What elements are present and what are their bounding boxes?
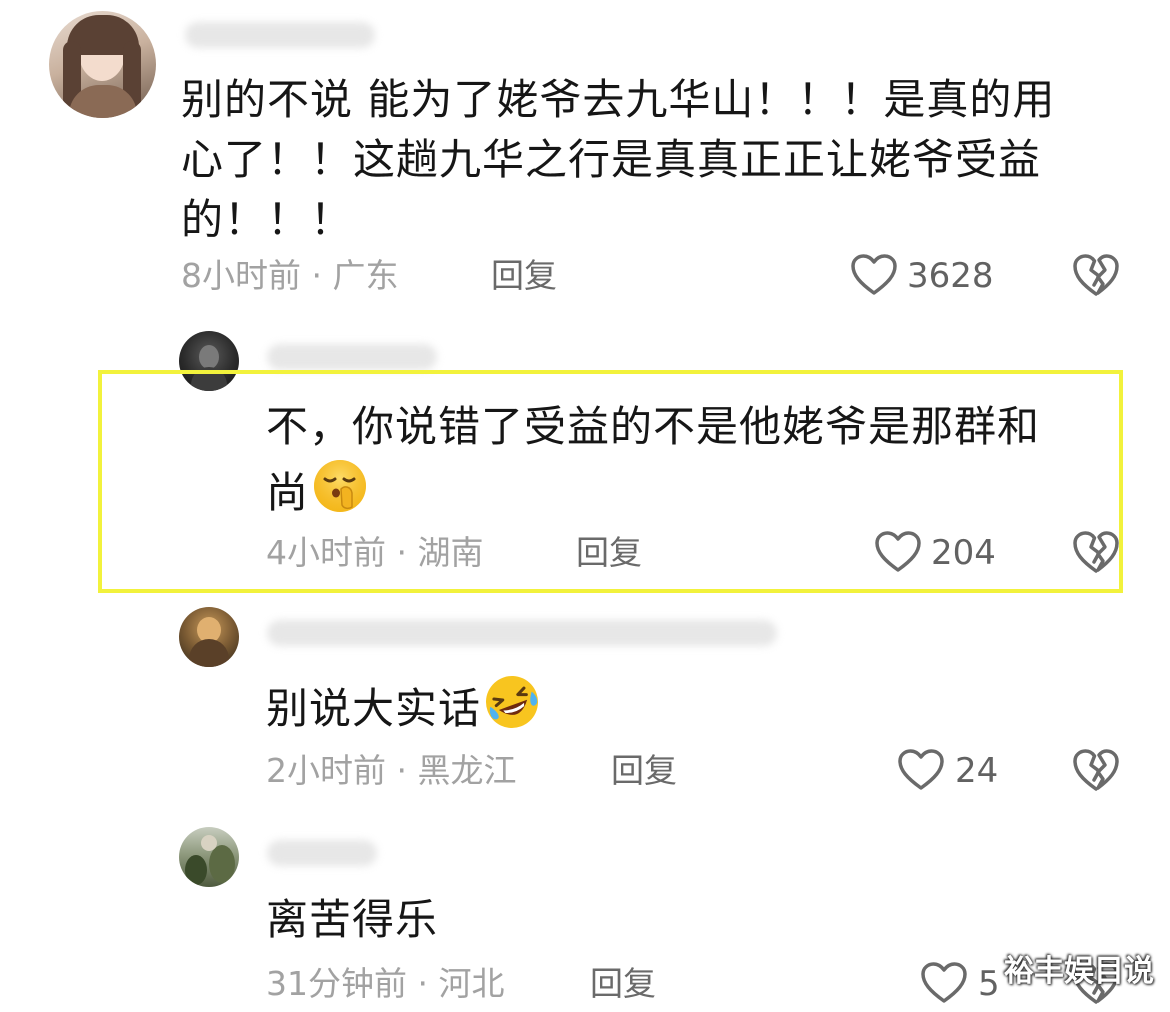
heart-outline-icon[interactable]: [920, 961, 968, 1005]
avatar[interactable]: [49, 11, 156, 118]
comment-line: 心了！！这趟九华之行是真真正正让姥爷受益: [181, 135, 1042, 184]
avatar[interactable]: [179, 827, 239, 887]
username-blurred[interactable]: [267, 620, 777, 646]
comment-line: 离苦得乐: [266, 895, 439, 944]
username-blurred[interactable]: [267, 840, 377, 866]
heart-outline-icon[interactable]: [897, 748, 945, 792]
broken-heart-icon[interactable]: [1072, 529, 1120, 575]
watermark: 裕丰娱目说: [1004, 954, 1154, 989]
like-count: 3628: [907, 256, 994, 296]
heart-outline-icon[interactable]: [874, 530, 922, 574]
avatar[interactable]: [179, 607, 239, 667]
shushing-face-emoji: [314, 460, 367, 512]
comment-line-text: 别说大实话: [266, 684, 482, 733]
comment-line: 尚: [266, 457, 1040, 523]
reply-button[interactable]: 回复: [590, 964, 656, 1004]
comment-meta: 4小时前 · 湖南: [266, 533, 484, 572]
comment-line: 别的不说 能为了姥爷去九华山！！！是真的用: [181, 75, 1056, 124]
comment-line: 不，你说错了受益的不是他姥爷是那群和: [266, 402, 1041, 451]
reply-button[interactable]: 回复: [576, 533, 642, 573]
rolling-laughing-emoji: [486, 676, 539, 728]
comment-text: 离苦得乐: [266, 890, 438, 950]
comment-line: 别说大实话: [266, 673, 541, 739]
comment-text: 别的不说 能为了姥爷去九华山！！！是真的用 心了！！这趟九华之行是真真正正让姥爷…: [181, 70, 1055, 250]
reply-button[interactable]: 回复: [491, 256, 557, 296]
comment-meta: 8小时前 · 广东: [181, 256, 399, 295]
username-blurred[interactable]: [267, 344, 437, 370]
comment-text: 别说大实话: [266, 673, 541, 739]
broken-heart-icon[interactable]: [1072, 747, 1120, 793]
reply-button[interactable]: 回复: [611, 751, 677, 791]
like-count: 204: [931, 533, 996, 573]
comment-text: 不，你说错了受益的不是他姥爷是那群和 尚: [266, 397, 1040, 523]
heart-outline-icon[interactable]: [850, 253, 898, 297]
comment-meta: 31分钟前 · 河北: [266, 964, 505, 1003]
like-count: 5: [978, 964, 1000, 1004]
comment-line-text: 尚: [266, 468, 310, 517]
avatar[interactable]: [179, 331, 239, 391]
broken-heart-icon[interactable]: [1072, 252, 1120, 298]
like-count: 24: [955, 751, 999, 791]
comment-line: 的！！！: [181, 195, 354, 244]
comment-meta: 2小时前 · 黑龙江: [266, 751, 517, 790]
username-blurred[interactable]: [185, 22, 375, 48]
